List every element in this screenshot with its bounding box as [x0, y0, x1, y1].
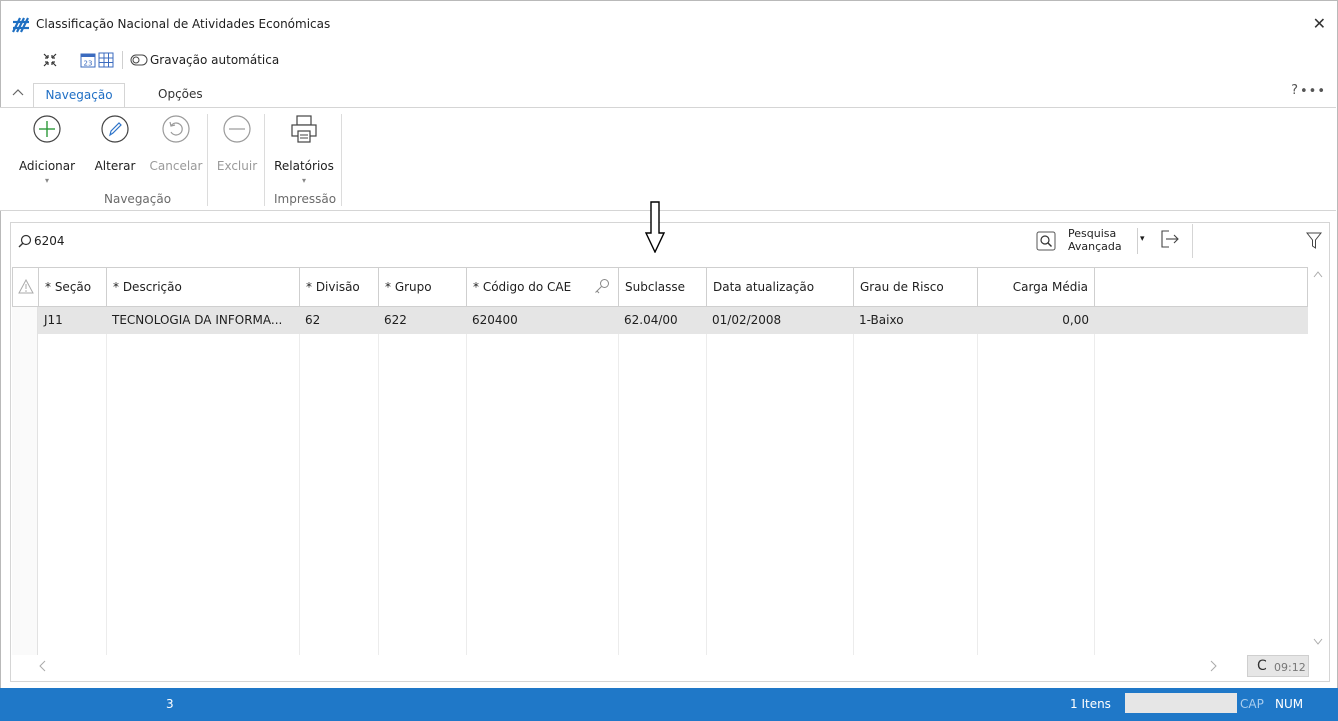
autosave-label[interactable]: Gravação automática	[150, 53, 279, 67]
add-button-label: Adicionar	[18, 159, 76, 173]
printer-icon	[291, 115, 317, 143]
minus-circle-icon	[223, 115, 251, 143]
status-items-count: 1 Itens	[1070, 697, 1111, 711]
edit-button-label: Alterar	[94, 159, 136, 173]
status-num-indicator: NUM	[1275, 697, 1304, 711]
delete-button-label: Excluir	[216, 159, 258, 173]
status-cap-indicator: CAP	[1240, 697, 1264, 711]
column-divider	[853, 307, 854, 655]
more-options-icon[interactable]: •••	[1300, 84, 1326, 99]
column-divider	[618, 307, 619, 655]
advanced-search-divider	[1137, 228, 1138, 254]
group-label-navegacao: Navegação	[104, 192, 172, 206]
group-label-impressao: Impressão	[274, 192, 337, 206]
cell-secao[interactable]: J11	[44, 313, 63, 327]
warning-icon	[18, 278, 34, 294]
advanced-search-icon[interactable]	[1036, 231, 1056, 251]
column-header-data-atualizacao[interactable]: Data atualização	[706, 267, 854, 307]
reports-button[interactable]: Relatórios ▾	[274, 114, 334, 185]
close-button[interactable]: ✕	[1313, 14, 1326, 33]
column-divider	[299, 307, 300, 655]
column-header-codigo-cae-label: * Código do CAE	[473, 280, 572, 294]
app-logo-icon	[12, 17, 29, 33]
column-divider	[977, 307, 978, 655]
collapse-arrows-icon[interactable]	[42, 52, 58, 68]
search-input[interactable]	[34, 230, 634, 252]
advanced-search-label-2[interactable]: Avançada	[1068, 240, 1122, 253]
calendar-number: 23	[84, 60, 93, 68]
status-progress-bar	[1125, 693, 1237, 713]
ribbon-separator	[207, 114, 208, 206]
add-dropdown-icon[interactable]: ▾	[45, 176, 49, 185]
cancel-button[interactable]: Cancelar	[150, 114, 202, 173]
ribbon-group-separator	[264, 114, 265, 206]
pencil-circle-icon	[101, 115, 129, 143]
scroll-up-icon[interactable]	[1313, 270, 1323, 278]
column-header-subclasse[interactable]: Subclasse	[618, 267, 707, 307]
key-icon	[595, 279, 609, 294]
cell-data-atualizacao[interactable]: 01/02/2008	[712, 313, 781, 327]
delete-button[interactable]: Excluir	[217, 114, 257, 173]
refresh-time: 09:12	[1274, 661, 1306, 674]
column-header-grupo[interactable]: * Grupo	[378, 267, 467, 307]
tab-opcoes[interactable]: Opções	[148, 87, 213, 107]
column-divider	[106, 307, 107, 655]
plus-circle-icon	[33, 115, 61, 143]
toggle-icon[interactable]	[130, 54, 148, 66]
export-icon[interactable]	[1160, 229, 1182, 249]
ribbon-group-separator	[341, 114, 342, 206]
cell-grupo[interactable]: 622	[384, 313, 407, 327]
tab-navegacao[interactable]: Navegação	[33, 83, 125, 108]
column-divider	[466, 307, 467, 655]
column-header-descricao[interactable]: * Descrição	[106, 267, 300, 307]
edit-button[interactable]: Alterar	[95, 114, 135, 173]
column-header-divisao[interactable]: * Divisão	[299, 267, 379, 307]
cell-divisao[interactable]: 62	[305, 313, 320, 327]
cell-carga-media[interactable]: 0,00	[1040, 313, 1089, 327]
undo-circle-icon	[162, 115, 190, 143]
status-left-value: 3	[166, 697, 174, 711]
collapse-ribbon-icon[interactable]	[12, 86, 24, 99]
column-divider	[378, 307, 379, 655]
column-divider	[1094, 307, 1095, 655]
cell-descricao[interactable]: TECNOLOGIA DA INFORMA...	[112, 313, 282, 327]
refresh-icon[interactable]: C	[1257, 658, 1267, 674]
help-icon[interactable]: ?	[1291, 83, 1298, 98]
row-warning-header	[12, 267, 39, 307]
scroll-right-icon[interactable]	[1210, 660, 1218, 672]
advanced-search-dropdown-icon[interactable]: ▾	[1140, 234, 1145, 244]
column-header-filler	[1094, 267, 1308, 307]
down-arrow-icon	[645, 201, 665, 253]
reports-dropdown-icon[interactable]: ▾	[302, 176, 306, 185]
column-header-secao[interactable]: * Seção	[38, 267, 107, 307]
column-header-carga-media[interactable]: Carga Média	[977, 267, 1095, 307]
quickbar-separator	[122, 51, 123, 69]
cell-codigo-cae[interactable]: 620400	[472, 313, 518, 327]
search-icon	[18, 234, 32, 248]
add-button[interactable]: Adicionar ▾	[19, 114, 75, 185]
scroll-left-icon[interactable]	[38, 660, 46, 672]
scroll-down-icon[interactable]	[1313, 638, 1323, 646]
column-divider	[706, 307, 707, 655]
grid-icon[interactable]	[98, 52, 114, 68]
advanced-search-label-1[interactable]: Pesquisa	[1068, 227, 1116, 240]
calendar-icon[interactable]: 23	[80, 52, 96, 68]
cell-grau-risco[interactable]: 1-Baixo	[859, 313, 904, 327]
cell-subclasse[interactable]: 62.04/00	[624, 313, 678, 327]
column-header-grau-risco[interactable]: Grau de Risco	[853, 267, 978, 307]
filter-icon[interactable]	[1306, 232, 1322, 250]
window-title: Classificação Nacional de Atividades Eco…	[36, 17, 331, 31]
row-indicator-column	[12, 307, 38, 655]
cancel-button-label: Cancelar	[149, 159, 203, 173]
reports-button-label: Relatórios	[274, 159, 334, 173]
